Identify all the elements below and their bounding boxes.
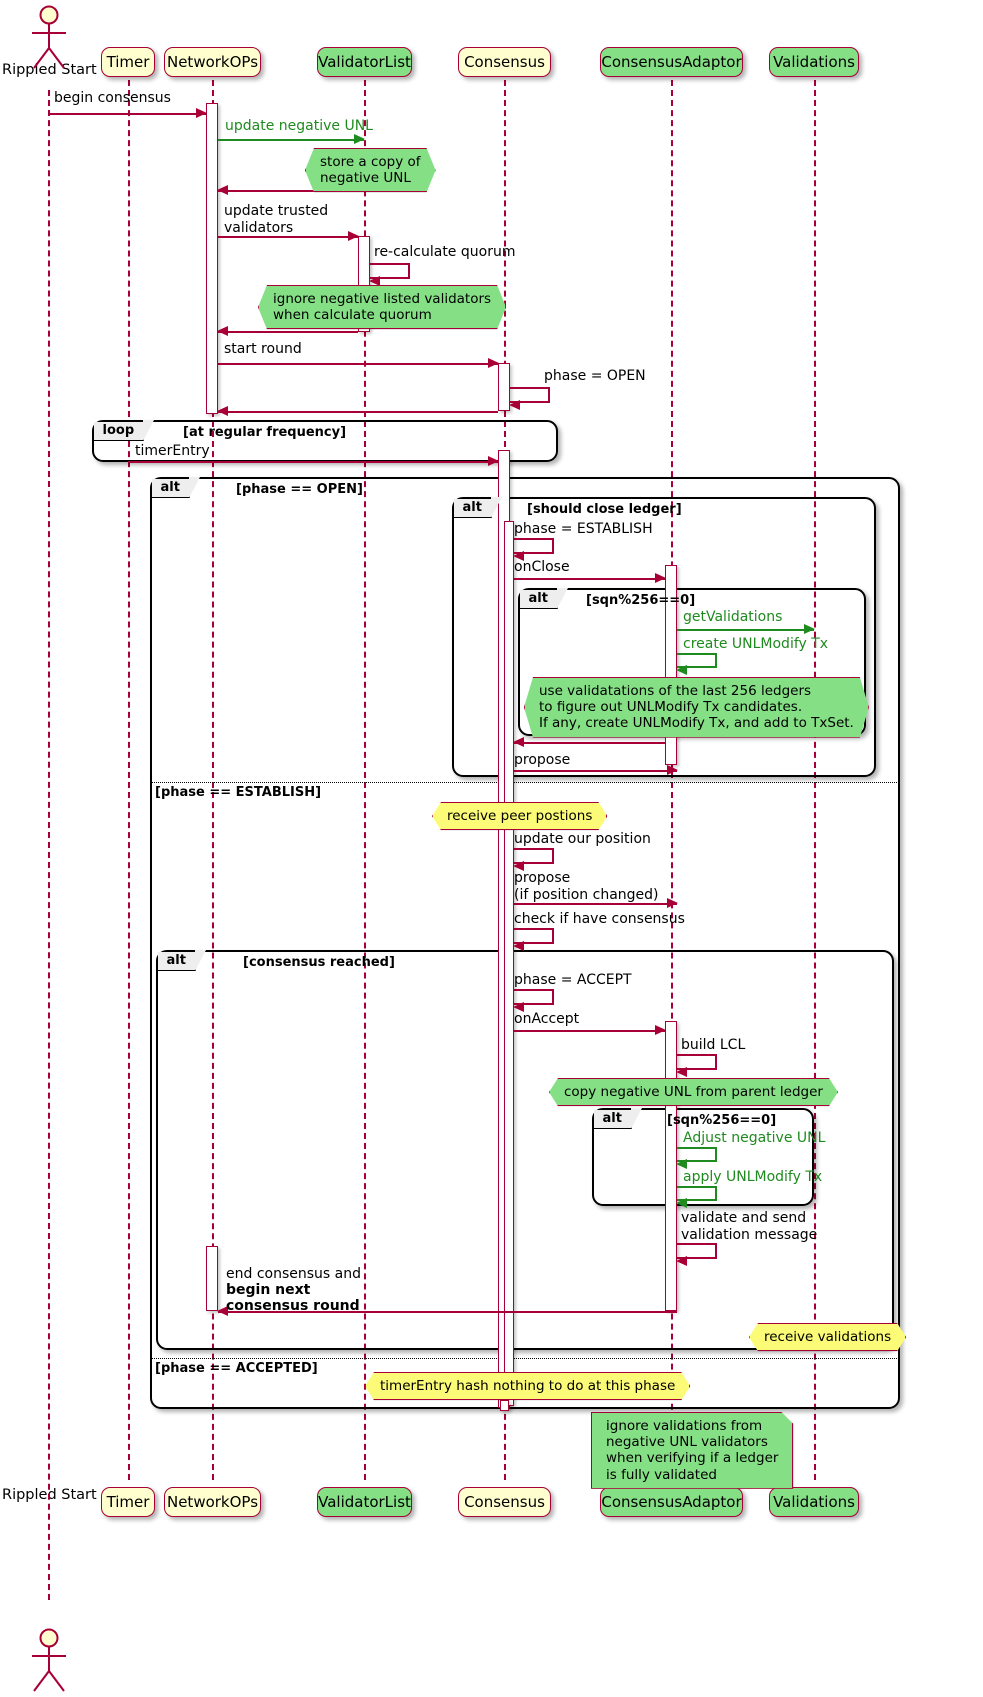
participant-label-timer-bottom: Timer bbox=[107, 1493, 150, 1511]
participant-label-validatorlist-bottom: ValidatorList bbox=[318, 1493, 411, 1511]
frame-divider-phase-establish bbox=[151, 782, 899, 783]
participant-validations-bottom[interactable]: Validations bbox=[769, 1487, 859, 1517]
participant-label-consensusadaptor-top: ConsensusAdaptor bbox=[601, 53, 741, 71]
message-selfcall-create-unlmodify-tx bbox=[677, 653, 717, 668]
participant-label-validations-bottom: Validations bbox=[773, 1493, 855, 1511]
message-label-propose-if-changed: propose (if position changed) bbox=[514, 870, 659, 903]
message-selfcall-phase-establish bbox=[514, 538, 554, 554]
participant-consensusadaptor-bottom[interactable]: ConsensusAdaptor bbox=[600, 1487, 743, 1517]
message-selfcall-apply-unlmodify-tx bbox=[677, 1186, 717, 1201]
message-selfcall-phase-open bbox=[510, 387, 550, 403]
message-label-timer-entry: timerEntry bbox=[135, 443, 210, 460]
message-selfcall-update-our-position bbox=[514, 848, 554, 864]
activation-networkops-main bbox=[206, 103, 218, 414]
frame-tab-alt-sqn256-a: alt bbox=[520, 590, 558, 609]
note-use-validations-256: use validatations of the last 256 ledger… bbox=[524, 677, 869, 738]
message-label-apply-unlmodify-tx: apply UNLModify Tx bbox=[683, 1169, 822, 1186]
actor-rippled-start-bottom bbox=[20, 1627, 80, 1693]
participant-consensusadaptor-top[interactable]: ConsensusAdaptor bbox=[600, 47, 743, 77]
message-label-get-validations: getValidations bbox=[683, 609, 782, 626]
frame-tab-alt-sqn256-b: alt bbox=[594, 1110, 632, 1129]
participant-validations-top[interactable]: Validations bbox=[769, 47, 859, 77]
participant-label-validatorlist-top: ValidatorList bbox=[318, 53, 411, 71]
lifeline-timer bbox=[128, 80, 130, 1480]
message-label-end-consensus-line3: consensus round bbox=[226, 1298, 360, 1315]
message-label-onaccept: onAccept bbox=[514, 1011, 579, 1028]
frame-cond-alt-phase-establish: [phase == ESTABLISH] bbox=[155, 785, 321, 800]
participant-label-networkops-top: NetworkOPs bbox=[167, 53, 258, 71]
note-timer-entry-nothing: timerEntry hash nothing to do at this ph… bbox=[365, 1372, 690, 1400]
activation-consensus-accepted bbox=[500, 1400, 509, 1411]
message-label-create-unlmodify-tx: create UNLModify Tx bbox=[683, 636, 828, 653]
frame-cond-sqn256-a: [sqn%256==0] bbox=[586, 593, 695, 608]
frame-cond-loop: [at regular frequency] bbox=[183, 425, 346, 440]
message-selfcall-recalculate-quorum bbox=[370, 263, 410, 279]
frame-cond-alt-phase-open: [phase == OPEN] bbox=[236, 482, 363, 497]
frame-tab-alt-outer: alt bbox=[152, 479, 190, 498]
frame-cond-consensus-reached: [consensus reached] bbox=[243, 955, 395, 970]
participant-label-consensusadaptor-bottom: ConsensusAdaptor bbox=[601, 1493, 741, 1511]
message-selfcall-build-lcl bbox=[677, 1054, 717, 1070]
participant-validatorlist-bottom[interactable]: ValidatorList bbox=[317, 1487, 412, 1517]
message-label-start-round: start round bbox=[224, 341, 302, 358]
message-selfcall-validate-and-send bbox=[677, 1243, 717, 1259]
message-label-onclose: onClose bbox=[514, 559, 570, 576]
participant-label-timer-top: Timer bbox=[107, 53, 150, 71]
message-label-begin-consensus: begin consensus bbox=[54, 90, 171, 107]
participant-networkops-bottom[interactable]: NetworkOPs bbox=[164, 1487, 261, 1517]
frame-cond-sqn256-b: [sqn%256==0] bbox=[667, 1113, 776, 1128]
message-selfcall-phase-accept bbox=[514, 989, 554, 1005]
frame-tab-alt-consensus-reached: alt bbox=[158, 952, 196, 971]
note-receive-validations: receive validations bbox=[749, 1323, 906, 1351]
message-label-phase-accept: phase = ACCEPT bbox=[514, 972, 632, 989]
message-label-adjust-negative-unl: Adjust negative UNL bbox=[683, 1130, 825, 1147]
message-label-propose: propose bbox=[514, 752, 570, 769]
message-selfcall-check-if-have-consensus bbox=[514, 928, 554, 944]
lifeline-rippled-start bbox=[48, 90, 50, 1600]
message-label-phase-establish: phase = ESTABLISH bbox=[514, 521, 653, 538]
note-store-copy-negative-unl: store a copy of negative UNL bbox=[305, 148, 436, 192]
message-label-end-consensus-line1: end consensus and bbox=[226, 1266, 361, 1283]
message-label-update-our-position: update our position bbox=[514, 831, 651, 848]
participant-label-networkops-bottom: NetworkOPs bbox=[167, 1493, 258, 1511]
frame-tab-alt-should-close: alt bbox=[454, 499, 492, 518]
participant-networkops-top[interactable]: NetworkOPs bbox=[164, 47, 261, 77]
participant-label-consensus-top: Consensus bbox=[464, 53, 545, 71]
message-label-validate-and-send: validate and send validation message bbox=[681, 1210, 817, 1243]
frame-divider-phase-accepted bbox=[151, 1358, 899, 1359]
message-label-build-lcl: build LCL bbox=[681, 1037, 745, 1054]
note-ignore-validations: ignore validations from negative UNL val… bbox=[591, 1412, 793, 1489]
actor-rippled-start-top bbox=[20, 4, 80, 70]
message-label-end-consensus-line2: begin next bbox=[226, 1282, 310, 1299]
note-copy-negative-unl: copy negative UNL from parent ledger bbox=[549, 1078, 838, 1106]
message-label-update-negative-unl: update negative UNL bbox=[225, 118, 373, 135]
note-receive-peer-positions: receive peer postions bbox=[432, 802, 607, 830]
participant-validatorlist-top[interactable]: ValidatorList bbox=[317, 47, 412, 77]
participant-consensus-top[interactable]: Consensus bbox=[458, 47, 551, 77]
activation-networkops-endconsensus bbox=[206, 1246, 218, 1311]
message-label-recalculate-quorum: re-calculate quorum bbox=[374, 244, 515, 261]
message-selfcall-adjust-negative-unl bbox=[677, 1147, 717, 1162]
message-label-check-if-have-consensus: check if have consensus bbox=[514, 911, 685, 928]
sequence-diagram-canvas: Rippled Start Timer NetworkOPs Validator… bbox=[0, 0, 983, 1695]
participant-timer-top[interactable]: Timer bbox=[101, 47, 155, 77]
message-label-update-trusted-validators: update trusted validators bbox=[224, 203, 328, 236]
frame-cond-should-close-ledger: [should close ledger] bbox=[527, 502, 682, 517]
message-label-phase-open: phase = OPEN bbox=[544, 368, 646, 385]
participant-consensus-bottom[interactable]: Consensus bbox=[458, 1487, 551, 1517]
participant-label-validations-top: Validations bbox=[773, 53, 855, 71]
frame-cond-alt-phase-accepted: [phase == ACCEPTED] bbox=[155, 1361, 318, 1376]
frame-tab-loop: loop bbox=[94, 422, 145, 441]
note-ignore-negative-listed-validators: ignore negative listed validators when c… bbox=[258, 285, 506, 329]
participant-timer-bottom[interactable]: Timer bbox=[101, 1487, 155, 1517]
activation-consensus-nested bbox=[504, 521, 514, 1406]
participant-label-consensus-bottom: Consensus bbox=[464, 1493, 545, 1511]
